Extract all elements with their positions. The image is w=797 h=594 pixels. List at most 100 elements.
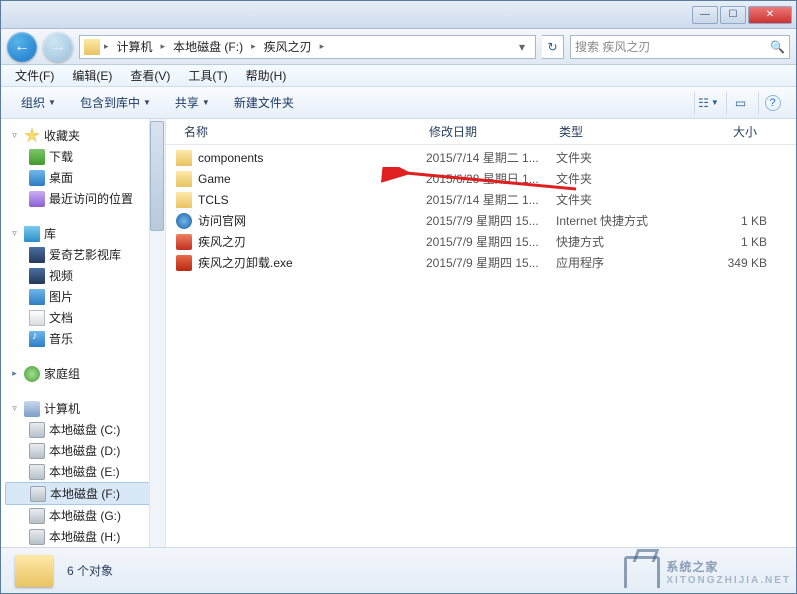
menu-tools[interactable]: 工具(T) [180, 65, 235, 86]
file-date: 2015/7/9 星期四 15... [426, 254, 556, 271]
folder-icon [176, 150, 192, 166]
sidebar-libraries[interactable]: ▿库 [5, 223, 165, 244]
breadcrumb-dropdown[interactable]: ▾ [513, 40, 531, 54]
file-name: 疾风之刃 [198, 233, 246, 250]
music-icon [29, 331, 45, 347]
column-size[interactable]: 大小 [676, 123, 776, 140]
drive-icon [29, 464, 45, 480]
file-name: 疾风之刃卸载.exe [198, 254, 293, 271]
sidebar-item-desktop[interactable]: 桌面 [5, 167, 165, 188]
scrollbar-thumb[interactable] [150, 121, 164, 231]
sidebar-item-videos[interactable]: 视频 [5, 265, 165, 286]
menu-help[interactable]: 帮助(H) [238, 65, 295, 86]
file-date: 2015/7/14 星期二 1... [426, 149, 556, 166]
ie-icon [176, 213, 192, 229]
view-options-button[interactable]: ☷▼ [694, 92, 722, 114]
sidebar-favorites[interactable]: ▿收藏夹 [5, 125, 165, 146]
file-row[interactable]: Game 2015/6/28 星期日 1...文件夹 [166, 168, 796, 189]
sidebar-item-downloads[interactable]: 下载 [5, 146, 165, 167]
statusbar: 6 个对象 [1, 547, 796, 593]
file-row[interactable]: components2015/7/14 星期二 1...文件夹 [166, 147, 796, 168]
file-date: 2015/7/9 星期四 15... [426, 212, 556, 229]
sidebar-item-drive-g[interactable]: 本地磁盘 (G:) [5, 505, 165, 526]
new-folder-button[interactable]: 新建文件夹 [224, 90, 304, 115]
recent-icon [29, 191, 45, 207]
sidebar: ▿收藏夹 下载 桌面 最近访问的位置 ▿库 爱奇艺影视库 视频 图片 文档 音乐… [1, 119, 166, 547]
search-box[interactable]: 搜索 疾风之刃 🔍 [570, 35, 790, 59]
collapse-icon[interactable]: ▿ [9, 403, 20, 414]
sidebar-item-pictures[interactable]: 图片 [5, 286, 165, 307]
menu-edit[interactable]: 编辑(E) [64, 65, 120, 86]
sidebar-item-drive-f[interactable]: 本地磁盘 (F:) [5, 482, 165, 505]
file-date: 2015/6/28 星期日 1... [426, 170, 556, 187]
expand-icon[interactable]: ▸ [9, 368, 20, 379]
chevron-right-icon[interactable]: ▸ [318, 41, 327, 52]
include-library-button[interactable]: 包含到库中▼ [70, 90, 161, 115]
sidebar-item-drive-c[interactable]: 本地磁盘 (C:) [5, 419, 165, 440]
file-row[interactable]: TCLS2015/7/14 星期二 1...文件夹 [166, 189, 796, 210]
close-button[interactable]: ✕ [748, 6, 792, 24]
sidebar-item-drive-e[interactable]: 本地磁盘 (E:) [5, 461, 165, 482]
chevron-right-icon[interactable]: ▸ [249, 41, 258, 52]
help-icon: ? [765, 95, 781, 111]
minimize-button[interactable]: — [692, 6, 718, 24]
share-button[interactable]: 共享▼ [165, 90, 220, 115]
column-name[interactable]: 名称 [166, 123, 421, 140]
sidebar-item-iqiyi[interactable]: 爱奇艺影视库 [5, 244, 165, 265]
file-type: 文件夹 [556, 170, 681, 187]
help-button[interactable]: ? [758, 92, 786, 114]
document-icon [29, 310, 45, 326]
file-size: 1 KB [681, 235, 781, 249]
sidebar-item-drive-d[interactable]: 本地磁盘 (D:) [5, 440, 165, 461]
file-row[interactable]: 疾风之刃卸载.exe2015/7/9 星期四 15...应用程序349 KB [166, 252, 796, 273]
folder-icon [15, 555, 53, 587]
breadcrumb-item[interactable]: 疾风之刃 [260, 36, 316, 57]
explorer-window: — ☐ ✕ ← → ▸ 计算机 ▸ 本地磁盘 (F:) ▸ 疾风之刃 ▸ ▾ ↻… [0, 0, 797, 594]
sidebar-homegroup[interactable]: ▸家庭组 [5, 363, 165, 384]
breadcrumb-item[interactable]: 本地磁盘 (F:) [169, 36, 247, 57]
chevron-right-icon[interactable]: ▸ [159, 41, 168, 52]
file-row[interactable]: 访问官网2015/7/9 星期四 15...Internet 快捷方式1 KB [166, 210, 796, 231]
collapse-icon[interactable]: ▿ [9, 130, 20, 141]
chevron-right-icon[interactable]: ▸ [102, 41, 111, 52]
file-date: 2015/7/14 星期二 1... [426, 191, 556, 208]
sidebar-item-music[interactable]: 音乐 [5, 328, 165, 349]
sidebar-item-drive-h[interactable]: 本地磁盘 (H:) [5, 526, 165, 547]
sidebar-scrollbar[interactable] [149, 119, 165, 547]
chevron-down-icon: ▼ [48, 98, 56, 107]
titlebar: — ☐ ✕ [1, 1, 796, 29]
sidebar-computer[interactable]: ▿计算机 [5, 398, 165, 419]
breadcrumb[interactable]: ▸ 计算机 ▸ 本地磁盘 (F:) ▸ 疾风之刃 ▸ ▾ [79, 35, 536, 59]
menu-file[interactable]: 文件(F) [7, 65, 62, 86]
toolbar: 组织▼ 包含到库中▼ 共享▼ 新建文件夹 ☷▼ ▭ ? [1, 87, 796, 119]
column-headers: 名称 修改日期 类型 大小 [166, 119, 796, 145]
file-row[interactable]: 疾风之刃2015/7/9 星期四 15...快捷方式1 KB [166, 231, 796, 252]
refresh-button[interactable]: ↻ [542, 35, 564, 59]
drive-icon [29, 443, 45, 459]
column-type[interactable]: 类型 [551, 123, 676, 140]
organize-button[interactable]: 组织▼ [11, 90, 66, 115]
breadcrumb-item[interactable]: 计算机 [113, 36, 157, 57]
column-date[interactable]: 修改日期 [421, 123, 551, 140]
chevron-down-icon: ▼ [202, 98, 210, 107]
file-name: TCLS [198, 193, 229, 207]
file-name: Game [198, 172, 231, 186]
library-icon [24, 226, 40, 242]
menubar: 文件(F) 编辑(E) 查看(V) 工具(T) 帮助(H) [1, 65, 796, 87]
sidebar-item-recent[interactable]: 最近访问的位置 [5, 188, 165, 209]
video-icon [29, 247, 45, 263]
preview-pane-button[interactable]: ▭ [726, 92, 754, 114]
back-button[interactable]: ← [7, 32, 37, 62]
menu-view[interactable]: 查看(V) [122, 65, 178, 86]
drive-icon [29, 529, 45, 545]
search-icon[interactable]: 🔍 [770, 40, 785, 54]
computer-icon [24, 401, 40, 417]
picture-icon [29, 289, 45, 305]
file-type: Internet 快捷方式 [556, 212, 681, 229]
maximize-button[interactable]: ☐ [720, 6, 746, 24]
forward-button[interactable]: → [43, 32, 73, 62]
sidebar-item-documents[interactable]: 文档 [5, 307, 165, 328]
collapse-icon[interactable]: ▿ [9, 228, 20, 239]
file-type: 快捷方式 [556, 233, 681, 250]
desktop-icon [29, 170, 45, 186]
